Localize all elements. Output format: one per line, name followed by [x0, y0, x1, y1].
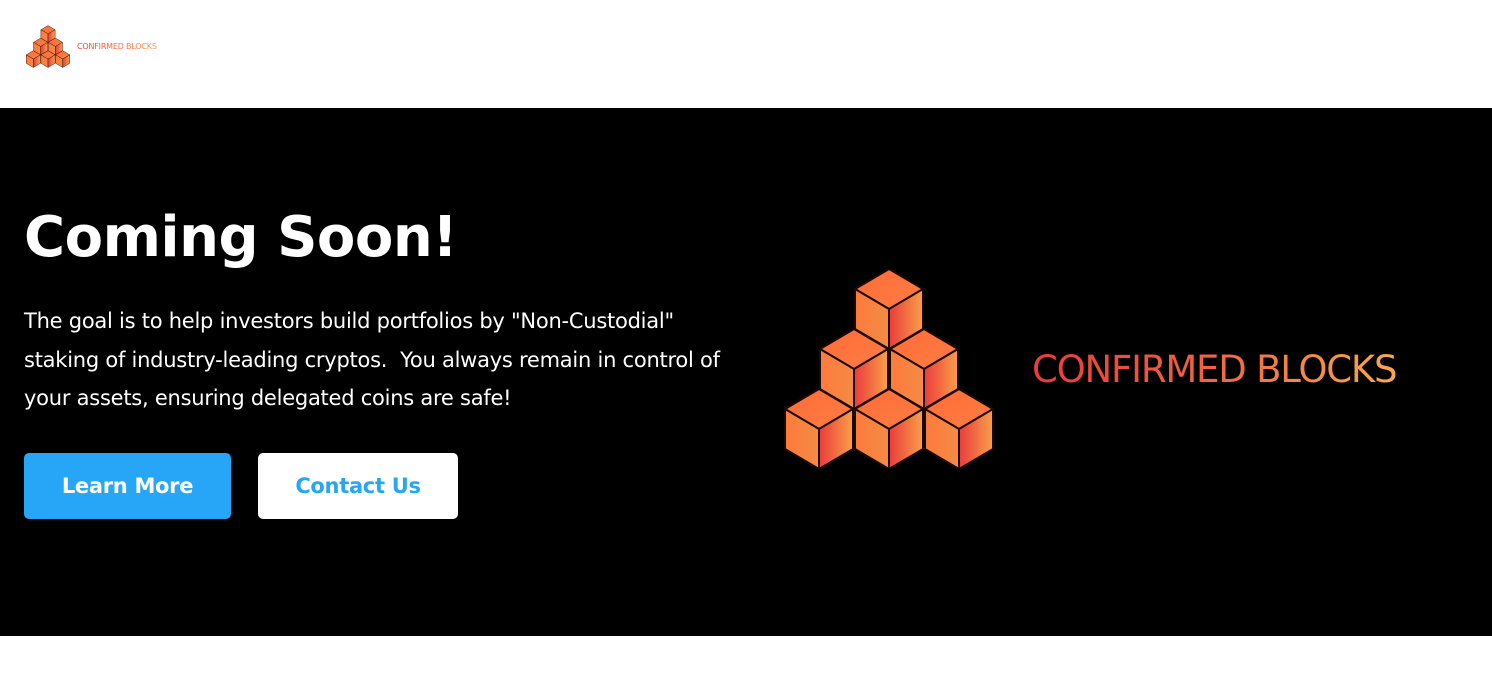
stacked-cubes-logo-icon: [784, 268, 994, 469]
learn-more-button[interactable]: Learn More: [24, 453, 231, 519]
header-logo-link[interactable]: CONFIRMED BLOCKS: [26, 25, 157, 68]
contact-us-button[interactable]: Contact Us: [258, 453, 458, 519]
hero-section: Coming Soon! The goal is to help investo…: [0, 108, 1492, 636]
hero-description: The goal is to help investors build port…: [24, 309, 727, 410]
page-title: Coming Soon!: [24, 205, 458, 270]
hero-brand-logo: CONFIRMED BLOCKS: [784, 266, 1464, 471]
stacked-cubes-logo-icon: [26, 25, 70, 68]
page-bottom-area: [0, 636, 1492, 684]
header-logo-text: CONFIRMED BLOCKS: [77, 42, 157, 51]
hero-logo-text: CONFIRMED BLOCKS: [1032, 348, 1397, 391]
site-header: CONFIRMED BLOCKS: [0, 0, 1492, 108]
